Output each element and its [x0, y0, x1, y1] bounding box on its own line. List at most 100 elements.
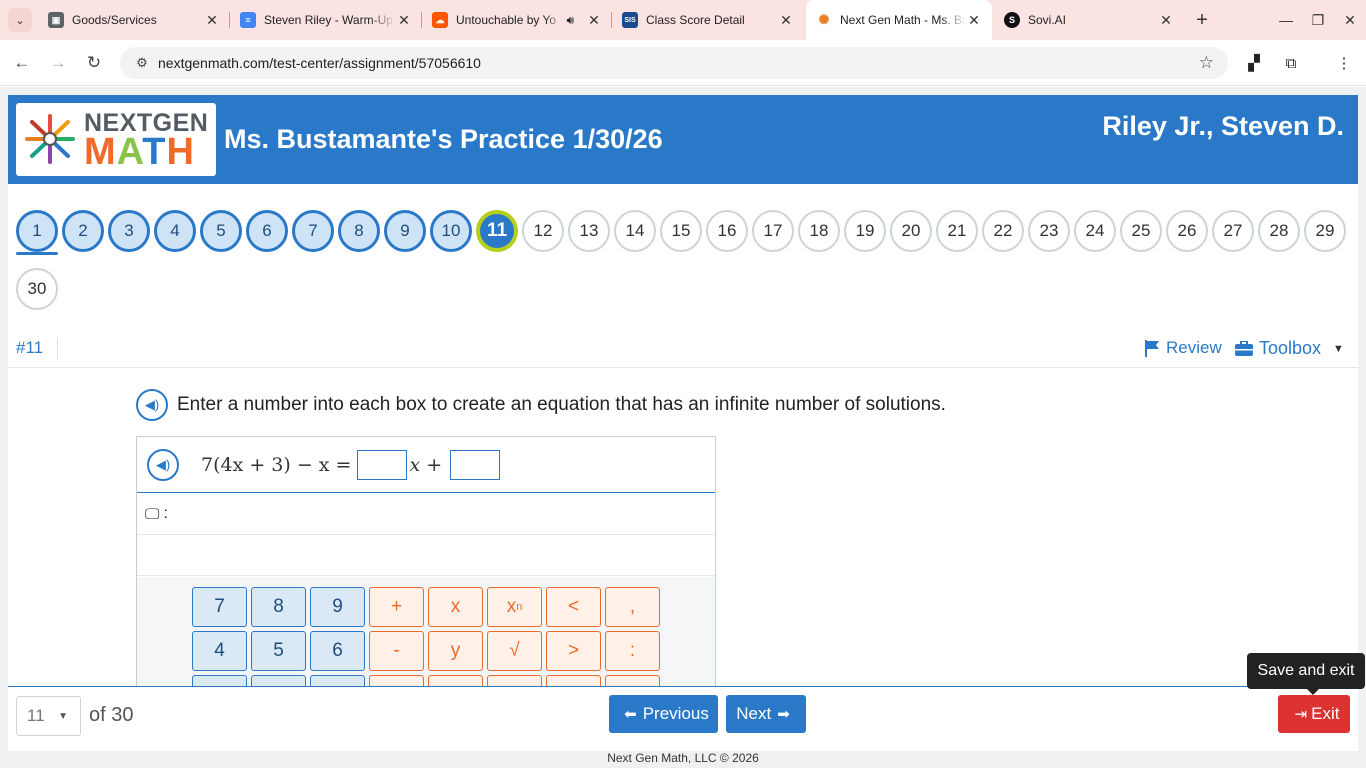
forward-button[interactable]: → [46, 51, 70, 75]
question-nav-13[interactable]: 13 [568, 210, 610, 252]
browser-tab-goods-services[interactable]: ▣ Goods/Services ✕ [38, 0, 230, 40]
question-nav-22[interactable]: 22 [982, 210, 1024, 252]
minimize-button[interactable]: — [1274, 8, 1298, 32]
reload-button[interactable]: ↻ [82, 51, 106, 75]
toolbox-dropdown[interactable]: Toolbox ▼ [1235, 338, 1344, 359]
close-icon[interactable]: ✕ [966, 12, 982, 28]
question-nav-23[interactable]: 23 [1028, 210, 1070, 252]
coefficient-input-box[interactable] [357, 449, 408, 480]
question-nav-25[interactable]: 25 [1120, 210, 1162, 252]
key-colon[interactable]: : [605, 631, 660, 671]
browser-tab-sovi[interactable]: S Sovi.AI ✕ [994, 0, 1184, 40]
browser-tab-untouchable[interactable]: ☁ Untouchable by Yo 🔊︎ ✕ [422, 0, 612, 40]
equation: 7(4x + 3) − x = x + [201, 449, 502, 480]
key-comma[interactable]: , [605, 587, 660, 627]
restore-button[interactable]: ❐ [1306, 8, 1330, 32]
question-nav-29[interactable]: 29 [1304, 210, 1346, 252]
key-greater-than[interactable]: > [546, 631, 601, 671]
question-nav-14[interactable]: 14 [614, 210, 656, 252]
window-close-button[interactable]: ✕ [1338, 8, 1362, 32]
menu-kebab-icon[interactable]: ⋮ [1333, 52, 1355, 74]
key-y[interactable]: y [428, 631, 483, 671]
question-nav-3[interactable]: 3 [108, 210, 150, 252]
question-nav-6[interactable]: 6 [246, 210, 288, 252]
browser-toolbar: ← → ↻ ⚙ nextgenmath.com/test-center/assi… [0, 40, 1366, 86]
extension-icon[interactable]: ▞ [1243, 52, 1265, 74]
question-nav-2[interactable]: 2 [62, 210, 104, 252]
caret-down-icon: ▼ [58, 711, 68, 722]
key-minus[interactable]: - [369, 631, 424, 671]
key-7[interactable]: 7 [192, 587, 247, 627]
key-x[interactable]: x [428, 587, 483, 627]
back-button[interactable]: ← [10, 51, 34, 75]
docs-icon: ≡ [240, 12, 256, 28]
question-nav-10[interactable]: 10 [430, 210, 472, 252]
question-nav-21[interactable]: 21 [936, 210, 978, 252]
browser-tab-class-score[interactable]: SIS Class Score Detail ✕ [612, 0, 804, 40]
question-nav-19[interactable]: 19 [844, 210, 886, 252]
monitor-icon: 🖵︎ [145, 505, 160, 523]
review-button[interactable]: Review [1144, 338, 1222, 358]
question-nav-27[interactable]: 27 [1212, 210, 1254, 252]
entry-display[interactable] [137, 536, 715, 576]
key-8[interactable]: 8 [251, 587, 306, 627]
url-text[interactable]: nextgenmath.com/test-center/assignment/5… [158, 55, 481, 71]
puzzle-extensions-icon[interactable]: ⧉ [1280, 52, 1302, 74]
close-icon[interactable]: ✕ [778, 12, 794, 28]
close-icon[interactable]: ✕ [1158, 12, 1174, 28]
question-toolbar: #11 Review Toolbox ▼ [8, 328, 1358, 368]
question-nav-12[interactable]: 12 [522, 210, 564, 252]
speaker-icon[interactable]: 🔊︎ [566, 13, 574, 28]
equation-plus: + [426, 453, 443, 476]
close-icon[interactable]: ✕ [396, 12, 412, 28]
question-nav-16[interactable]: 16 [706, 210, 748, 252]
next-label: Next [736, 704, 772, 723]
address-bar[interactable]: ⚙ nextgenmath.com/test-center/assignment… [120, 47, 1228, 79]
page: NEXTGEN MATH Ms. Bustamante's Practice 1… [0, 87, 1366, 768]
logo-text-bottom: MATH [84, 131, 195, 173]
key-less-than[interactable]: < [546, 587, 601, 627]
active-input-colon: : [163, 505, 168, 522]
browser-tab-next-gen-math[interactable]: ✺ Next Gen Math - Ms. Bu ✕ [806, 0, 992, 40]
new-tab-button[interactable]: + [1190, 8, 1214, 32]
question-nav-4[interactable]: 4 [154, 210, 196, 252]
browser-tab-warm-up[interactable]: ≡ Steven Riley - Warm-Up ✕ [230, 0, 422, 40]
assignment-card: NEXTGEN MATH Ms. Bustamante's Practice 1… [8, 95, 1358, 751]
constant-input-box[interactable] [450, 449, 501, 480]
site-info-icon[interactable]: ⚙ [130, 55, 154, 71]
question-nav-7[interactable]: 7 [292, 210, 334, 252]
previous-button[interactable]: ⬅ Previous [609, 695, 718, 733]
question-nav-15[interactable]: 15 [660, 210, 702, 252]
key-plus[interactable]: + [369, 587, 424, 627]
close-icon[interactable]: ✕ [204, 12, 220, 28]
tab-search-button[interactable]: ⌄ [8, 8, 32, 32]
question-nav-28[interactable]: 28 [1258, 210, 1300, 252]
question-nav-11[interactable]: 11 [476, 210, 518, 252]
question-nav-18[interactable]: 18 [798, 210, 840, 252]
question-nav-30[interactable]: 30 [16, 268, 58, 310]
browser-tab-strip: ⌄ ▣ Goods/Services ✕ ≡ Steven Riley - Wa… [0, 0, 1366, 40]
assignment-header: NEXTGEN MATH Ms. Bustamante's Practice 1… [8, 95, 1358, 184]
exit-button[interactable]: ⇥ Exit [1278, 695, 1350, 733]
question-nav-17[interactable]: 17 [752, 210, 794, 252]
key-x-subscript[interactable]: xn [487, 587, 542, 627]
read-equation-button[interactable]: ◀) [147, 448, 179, 481]
close-icon[interactable]: ✕ [586, 12, 602, 28]
key-square-root[interactable]: √ [487, 631, 542, 671]
question-nav-5[interactable]: 5 [200, 210, 242, 252]
question-select[interactable]: 11 ▼ [16, 696, 81, 736]
question-nav-1[interactable]: 1 [16, 210, 58, 252]
key-9[interactable]: 9 [310, 587, 365, 627]
minimize-icon: — [1279, 12, 1293, 28]
bookmark-star-icon[interactable]: ☆ [1199, 53, 1214, 73]
next-button[interactable]: Next ➡ [726, 695, 806, 733]
key-4[interactable]: 4 [192, 631, 247, 671]
key-6[interactable]: 6 [310, 631, 365, 671]
question-nav-20[interactable]: 20 [890, 210, 932, 252]
read-aloud-button[interactable]: ◀) [136, 389, 168, 421]
question-nav-24[interactable]: 24 [1074, 210, 1116, 252]
question-nav-9[interactable]: 9 [384, 210, 426, 252]
question-nav-8[interactable]: 8 [338, 210, 380, 252]
question-nav-26[interactable]: 26 [1166, 210, 1208, 252]
key-5[interactable]: 5 [251, 631, 306, 671]
